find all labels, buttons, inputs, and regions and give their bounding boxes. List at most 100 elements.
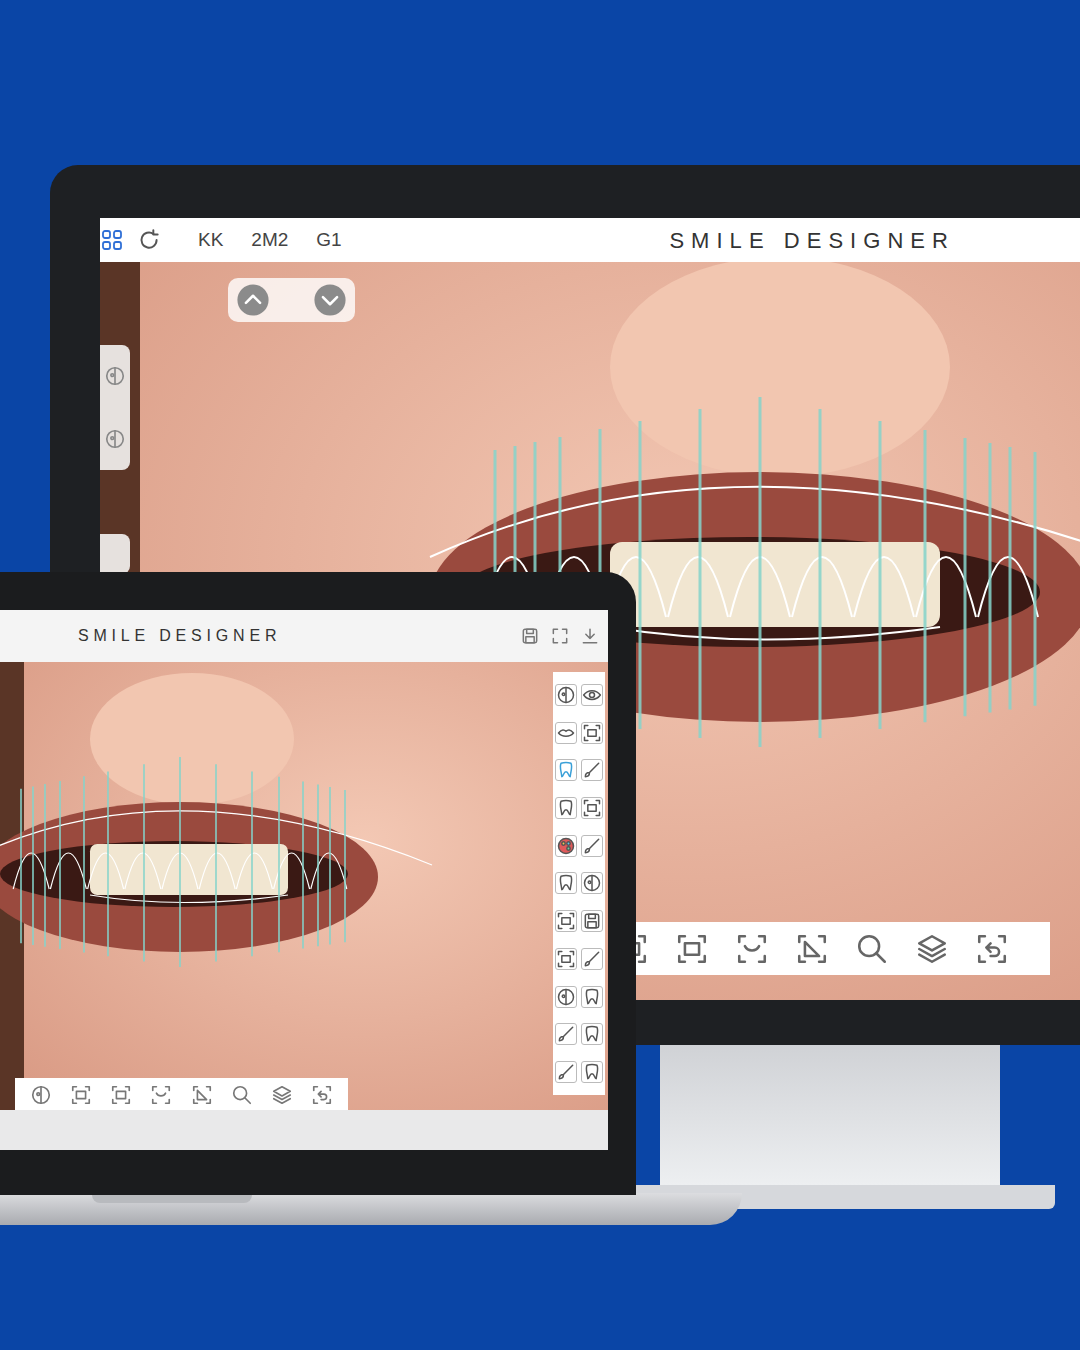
palette-icon[interactable] (556, 836, 576, 856)
save-icon[interactable] (520, 626, 540, 646)
down-button[interactable] (313, 283, 347, 317)
tooth-icon[interactable] (582, 1024, 602, 1044)
expand-button[interactable] (550, 626, 570, 646)
tooth-icon[interactable] (582, 987, 602, 1007)
download-button[interactable] (580, 626, 600, 646)
undo-button[interactable] (975, 932, 1009, 966)
frame-icon[interactable] (582, 798, 602, 818)
smile-icon[interactable] (735, 932, 769, 966)
ruler-icon[interactable] (795, 932, 829, 966)
tooth-icon[interactable] (556, 760, 576, 780)
brush-icon[interactable] (582, 949, 602, 969)
frame-button[interactable] (555, 910, 577, 932)
tooth-button[interactable] (581, 1023, 603, 1045)
refresh-icon[interactable] (136, 227, 162, 253)
smile-button[interactable] (150, 1084, 172, 1106)
ruler-button[interactable] (795, 932, 829, 966)
face-icon[interactable] (104, 365, 126, 387)
undo-icon[interactable] (311, 1084, 333, 1106)
smile-icon[interactable] (150, 1084, 172, 1106)
face-icon[interactable] (582, 873, 602, 893)
ruler-button[interactable] (191, 1084, 213, 1106)
brush-icon[interactable] (582, 760, 602, 780)
lips-button[interactable] (555, 722, 577, 744)
save-button[interactable] (581, 910, 603, 932)
frame-icon[interactable] (556, 911, 576, 931)
palette-button[interactable] (555, 835, 577, 857)
ruler-icon[interactable] (191, 1084, 213, 1106)
tooth-button[interactable] (581, 986, 603, 1008)
frame-button[interactable] (675, 932, 709, 966)
face-button[interactable] (555, 986, 577, 1008)
brush-button[interactable] (555, 1023, 577, 1045)
frame-icon[interactable] (582, 723, 602, 743)
frame-button[interactable] (581, 797, 603, 819)
tooth-button[interactable] (581, 1061, 603, 1083)
brush-icon[interactable] (556, 1062, 576, 1082)
brush-button[interactable] (581, 759, 603, 781)
zoom-button[interactable] (231, 1084, 253, 1106)
frame-icon[interactable] (635, 932, 649, 966)
up-button[interactable] (236, 283, 270, 317)
save-icon[interactable] (582, 911, 602, 931)
tooth-button[interactable] (555, 759, 577, 781)
laptop-footer (0, 1110, 608, 1150)
undo-button[interactable] (311, 1084, 333, 1106)
face-button[interactable] (104, 428, 126, 450)
tooth-icon[interactable] (582, 1062, 602, 1082)
grid-button[interactable] (100, 228, 124, 252)
frame-button[interactable] (635, 932, 649, 966)
up-icon[interactable] (236, 283, 270, 317)
brush-icon[interactable] (582, 836, 602, 856)
bottom-toolbar (635, 922, 1050, 975)
frame-icon[interactable] (556, 949, 576, 969)
tooth-button[interactable] (555, 797, 577, 819)
refresh-button[interactable] (136, 227, 162, 253)
layers-button[interactable] (915, 932, 949, 966)
frame-button[interactable] (581, 722, 603, 744)
zoom-button[interactable] (855, 932, 889, 966)
face-button[interactable] (30, 1084, 52, 1106)
frame-icon[interactable] (70, 1084, 92, 1106)
face-icon[interactable] (30, 1084, 52, 1106)
side-panel (100, 345, 130, 470)
zoom-icon[interactable] (231, 1084, 253, 1106)
layers-icon[interactable] (915, 932, 949, 966)
toolbar-label[interactable]: KK (198, 226, 223, 255)
toolbar-labels: KK 2M2 G1 (198, 226, 342, 255)
tooth-button[interactable] (555, 872, 577, 894)
toolbar-label[interactable]: G1 (316, 226, 341, 255)
frame-button[interactable] (70, 1084, 92, 1106)
frame-icon[interactable] (110, 1084, 132, 1106)
eye-button[interactable] (581, 684, 603, 706)
eye-icon[interactable] (582, 685, 602, 705)
save-button[interactable] (520, 626, 540, 646)
download-icon[interactable] (580, 626, 600, 646)
brush-button[interactable] (581, 948, 603, 970)
brush-icon[interactable] (556, 1024, 576, 1044)
zoom-icon[interactable] (855, 932, 889, 966)
app-title: SMILE DESIGNER (78, 624, 281, 648)
lips-icon[interactable] (556, 723, 576, 743)
layers-icon[interactable] (271, 1084, 293, 1106)
undo-icon[interactable] (975, 932, 1009, 966)
brush-button[interactable] (581, 835, 603, 857)
face-icon[interactable] (556, 987, 576, 1007)
brush-button[interactable] (555, 1061, 577, 1083)
face-icon[interactable] (556, 685, 576, 705)
frame-button[interactable] (110, 1084, 132, 1106)
down-icon[interactable] (313, 283, 347, 317)
tooth-icon[interactable] (556, 798, 576, 818)
layers-button[interactable] (271, 1084, 293, 1106)
smile-button[interactable] (735, 932, 769, 966)
face-button[interactable] (104, 365, 126, 387)
toolbar-label[interactable]: 2M2 (251, 226, 288, 255)
face-icon[interactable] (104, 428, 126, 450)
expand-icon[interactable] (550, 626, 570, 646)
face-button[interactable] (581, 872, 603, 894)
grid-icon[interactable] (100, 228, 124, 252)
tooth-icon[interactable] (556, 873, 576, 893)
frame-icon[interactable] (675, 932, 709, 966)
face-button[interactable] (555, 684, 577, 706)
frame-button[interactable] (555, 948, 577, 970)
